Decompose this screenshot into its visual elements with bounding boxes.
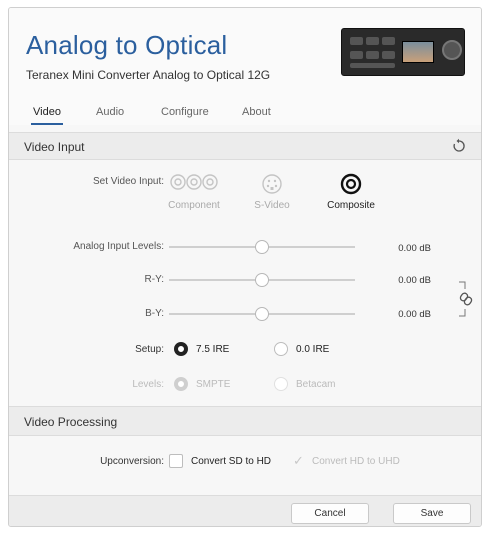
setup-option-label: 7.5 IRE [196,344,230,355]
convert-sd-to-hd-checkbox[interactable] [169,454,183,468]
slider-thumb[interactable] [255,273,269,287]
levels-radio-betacam[interactable] [274,377,288,391]
video-processing-header: Video Processing [9,406,481,436]
setup-radio-7-5-ire[interactable] [174,342,188,356]
component-connector-icon [170,174,218,190]
levels-label: Levels: [132,379,164,390]
set-video-input-label: Set Video Input: [93,176,164,187]
upconversion-label: Upconversion: [100,456,164,467]
tab-video[interactable]: Video [31,106,63,125]
setup-radio-0-0-ire[interactable] [274,342,288,356]
checkbox-label: Convert HD to UHD [312,456,400,467]
section-title: Video Input [24,140,85,154]
levels-radio-smpte[interactable] [174,377,188,391]
video-input-header: Video Input [9,132,481,160]
input-option-composite[interactable]: Composite [321,173,381,211]
ry-label: R-Y: [144,274,164,285]
page-title: Analog to Optical [26,30,228,60]
by-level-value: 0.00 dB [398,309,431,320]
input-option-label: S-Video [254,200,290,211]
save-button[interactable]: Save [393,503,471,524]
levels-option-label: SMPTE [196,379,231,390]
by-label: B-Y: [145,308,164,319]
svideo-connector-icon [262,174,282,194]
analog-input-level-slider[interactable] [169,240,355,254]
device-image [341,28,465,76]
device-name: Teranex Mini Converter Analog to Optical… [26,68,271,82]
tab-audio[interactable]: Audio [96,106,124,118]
ry-level-value: 0.00 dB [398,275,431,286]
setup-option-label: 0.0 IRE [296,344,330,355]
analog-input-levels-label: Analog Input Levels: [73,241,164,252]
slider-thumb[interactable] [255,240,269,254]
input-option-label: Component [168,200,220,211]
tab-configure[interactable]: Configure [161,106,209,118]
cancel-button[interactable]: Cancel [291,503,369,524]
check-icon[interactable]: ✓ [293,454,304,468]
checkbox-label: Convert SD to HD [191,456,272,467]
analog-input-level-value: 0.00 dB [398,243,431,254]
by-level-slider[interactable] [169,307,355,321]
settings-window: Analog to Optical Teranex Mini Converter… [8,7,482,527]
reset-icon[interactable] [451,138,467,154]
input-option-svideo[interactable]: S-Video [247,173,297,211]
header: Analog to Optical Teranex Mini Converter… [9,8,481,125]
input-option-component[interactable]: Component [159,173,229,211]
slider-thumb[interactable] [255,307,269,321]
section-title: Video Processing [24,415,118,429]
tab-bar: Video Audio Configure About [9,106,481,126]
link-levels-icon[interactable] [458,281,476,317]
ry-level-slider[interactable] [169,273,355,287]
footer-bar: Cancel Save [9,495,481,526]
tab-about[interactable]: About [242,106,271,118]
input-option-label: Composite [327,200,375,211]
composite-connector-icon [340,173,362,195]
levels-option-label: Betacam [296,379,336,390]
setup-label: Setup: [135,344,164,355]
